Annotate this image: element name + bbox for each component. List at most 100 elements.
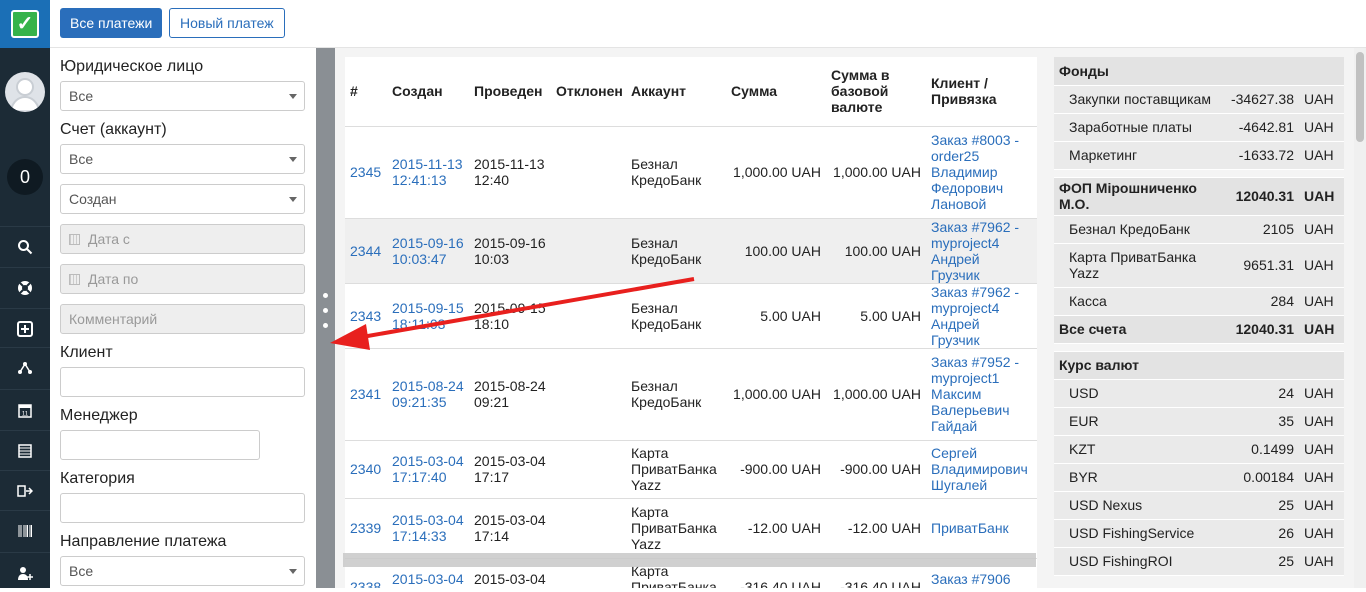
- account-row: Безнал КредоБанк 2105 UAH: [1054, 215, 1344, 244]
- lifebuoy-icon[interactable]: [0, 267, 50, 307]
- col-header[interactable]: Аккаунт: [626, 57, 726, 127]
- barcode-icon[interactable]: [0, 510, 50, 550]
- rate-row: BYR 0.00184 UAH: [1054, 463, 1344, 492]
- rate-name: USD FishingROI: [1054, 547, 1224, 576]
- col-header[interactable]: Отклонен: [551, 57, 626, 127]
- account-row: Карта ПриватБанка Yazz 9651.31 UAH: [1054, 243, 1344, 288]
- date-from-input[interactable]: Дата с: [60, 224, 305, 254]
- table-row: 2341 2015-08-24 09:21:35 2015-08-24 09:2…: [345, 348, 1037, 441]
- client-link[interactable]: Сергей Владимирович Шугалей: [931, 445, 1028, 493]
- created-link[interactable]: 2015-08-24 09:21:35: [392, 378, 464, 410]
- payment-id-link[interactable]: 2343: [350, 308, 381, 324]
- payment-id-link[interactable]: 2344: [350, 243, 381, 259]
- comment-input[interactable]: Комментарий: [60, 304, 305, 334]
- scrollbar-thumb[interactable]: [1356, 52, 1364, 142]
- entity-currency: UAH: [1299, 177, 1344, 216]
- table-row: 2344 2015-09-16 10:03:47 2015-09-16 10:0…: [345, 218, 1037, 284]
- chevron-down-icon: [289, 94, 297, 99]
- created-link[interactable]: 2015-11-13 12:41:13: [392, 156, 463, 188]
- col-header[interactable]: Сумма в базовой валюте: [826, 57, 926, 127]
- payment-id-link[interactable]: 2339: [350, 520, 381, 536]
- left-nav: ✓ 0 11: [0, 0, 50, 588]
- client-input[interactable]: [60, 367, 305, 397]
- payment-id-link[interactable]: 2341: [350, 386, 381, 402]
- rate-currency: UAH: [1299, 435, 1344, 464]
- sum-cell: 5.00 UAH: [726, 283, 826, 349]
- calendar-icon: [69, 233, 80, 245]
- panel-splitter[interactable]: [316, 48, 335, 588]
- base-sum-cell: 1,000.00 UAH: [826, 348, 926, 441]
- account-cell: Безнал КредоБанк: [626, 218, 726, 284]
- avatar[interactable]: [5, 72, 45, 112]
- notifications-badge[interactable]: 0: [7, 159, 43, 195]
- col-header[interactable]: Создан: [387, 57, 469, 127]
- done-cell: 2015-03-04 17:14: [469, 498, 551, 559]
- created-link[interactable]: 2015-09-15 18:11:03: [392, 300, 464, 332]
- horizontal-scrollbar[interactable]: [343, 553, 1036, 567]
- rate-row: USD 24 UAH: [1054, 379, 1344, 408]
- share-icon[interactable]: [0, 347, 50, 387]
- comment-placeholder: Комментарий: [69, 311, 158, 327]
- account-cell: Безнал КредоБанк: [626, 283, 726, 349]
- base-sum-cell: 1,000.00 UAH: [826, 126, 926, 219]
- sum-cell: 1,000.00 UAH: [726, 126, 826, 219]
- manager-input[interactable]: [60, 430, 260, 460]
- category-label: Категория: [60, 470, 135, 487]
- rates-header: Курс валют: [1054, 351, 1344, 380]
- created-link[interactable]: 2015-09-16 10:03:47: [392, 235, 464, 267]
- payment-id-link[interactable]: 2338: [350, 579, 381, 588]
- date-to-input[interactable]: Дата по: [60, 264, 305, 294]
- col-header[interactable]: #: [345, 57, 387, 127]
- list-icon[interactable]: [0, 430, 50, 470]
- col-header[interactable]: Сумма: [726, 57, 826, 127]
- legal-entity-select[interactable]: Все: [60, 81, 305, 111]
- account-select[interactable]: Все: [60, 144, 305, 174]
- calendar-icon[interactable]: 11: [0, 389, 50, 429]
- created-link[interactable]: 2015-03-04 17:12:30: [392, 571, 464, 588]
- created-link[interactable]: 2015-03-04 17:17:40: [392, 453, 464, 485]
- vertical-scrollbar[interactable]: [1354, 48, 1366, 588]
- client-link[interactable]: ПриватБанк: [931, 520, 1009, 536]
- rate-currency: UAH: [1299, 491, 1344, 520]
- done-cell: 2015-09-16 10:03: [469, 218, 551, 284]
- client-link[interactable]: Заказ #8003 - order25 Владимир Федорович…: [931, 132, 1019, 212]
- fund-value: -4642.81: [1224, 113, 1299, 142]
- payment-id-link[interactable]: 2340: [350, 461, 381, 477]
- all-payments-button[interactable]: Все платежи: [60, 8, 163, 38]
- summary-panel: Фонды Закупки поставщикам -34627.38 UAH За…: [1054, 57, 1344, 588]
- rejected-cell: [551, 283, 626, 349]
- add-icon[interactable]: [0, 308, 50, 348]
- table-header-row: # Создан Проведен Отклонен Аккаунт Сумма…: [345, 57, 1037, 127]
- check-icon: ✓: [11, 10, 39, 38]
- app-logo[interactable]: ✓: [0, 0, 50, 48]
- direction-select[interactable]: Все: [60, 556, 305, 586]
- account-value: 2105: [1224, 215, 1299, 244]
- add-user-icon[interactable]: [0, 552, 50, 592]
- account-currency: UAH: [1299, 243, 1344, 288]
- col-header[interactable]: Клиент / Привязка: [926, 57, 1037, 127]
- transfer-icon[interactable]: [0, 470, 50, 510]
- payment-id-link[interactable]: 2345: [350, 164, 381, 180]
- date-type-select[interactable]: Создан: [60, 184, 305, 214]
- account-name: Касса: [1054, 287, 1224, 316]
- category-input[interactable]: [60, 493, 305, 523]
- fund-currency: UAH: [1299, 141, 1344, 170]
- account-value: Все: [69, 151, 94, 167]
- fund-value: -1633.72: [1224, 141, 1299, 170]
- client-link[interactable]: Заказ #7906 AkuaFishing: [931, 571, 1011, 588]
- rate-value: 25: [1224, 547, 1299, 576]
- rate-value: 0.00184: [1224, 463, 1299, 492]
- created-link[interactable]: 2015-03-04 17:14:33: [392, 512, 464, 544]
- fund-row: Закупки поставщикам -34627.38 UAH: [1054, 85, 1344, 114]
- col-header[interactable]: Проведен: [469, 57, 551, 127]
- client-link[interactable]: Заказ #7962 - myproject4 Андрей Грузчик: [931, 284, 1019, 348]
- client-label: Клиент: [60, 344, 113, 361]
- rate-row: KZT 0.1499 UAH: [1054, 435, 1344, 464]
- new-payment-button[interactable]: Новый платеж: [169, 8, 285, 38]
- rate-currency: UAH: [1299, 547, 1344, 576]
- table-row: 2343 2015-09-15 18:11:03 2015-09-15 18:1…: [345, 283, 1037, 349]
- client-link[interactable]: Заказ #7962 - myproject4 Андрей Грузчик: [931, 219, 1019, 283]
- client-link[interactable]: Заказ #7952 - myproject1 Максим Валерьев…: [931, 354, 1019, 434]
- payments-table: # Создан Проведен Отклонен Аккаунт Сумма…: [345, 57, 1037, 588]
- search-icon[interactable]: [0, 226, 50, 266]
